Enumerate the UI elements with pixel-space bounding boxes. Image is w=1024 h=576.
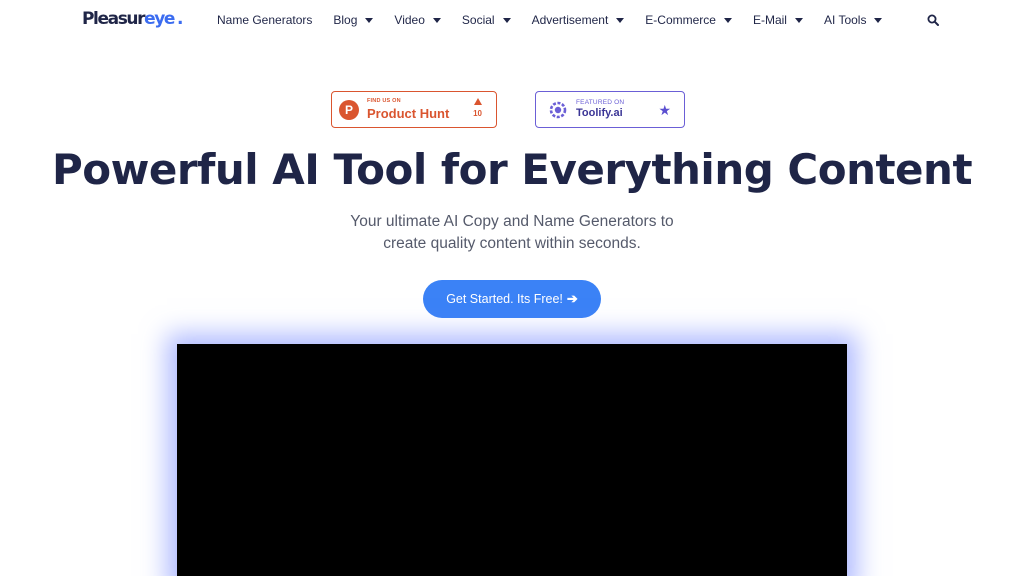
nav-item-label: E-Commerce <box>645 13 716 27</box>
nav-item-ecommerce[interactable]: E-Commerce <box>645 13 732 27</box>
toolify-badge-text: FEATURED ON Toolify.ai <box>576 98 625 120</box>
caret-down-icon <box>794 18 803 23</box>
get-started-button[interactable]: Get Started. Its Free! ➔ <box>423 280 601 318</box>
nav-item-label: E-Mail <box>752 13 787 27</box>
vote-count: 10 <box>473 109 482 118</box>
upvote-icon <box>473 98 482 105</box>
nav-item-social[interactable]: Social <box>462 13 511 27</box>
toolify-small-label: FEATURED ON <box>576 98 625 106</box>
nav-item-blog[interactable]: Blog <box>333 13 374 27</box>
caret-down-icon <box>502 18 511 23</box>
product-hunt-votes: 10 <box>473 98 482 118</box>
product-hunt-small-label: FIND US ON <box>367 98 401 105</box>
star-icon: ★ <box>658 102 671 118</box>
logo-text-accent: eye <box>144 9 175 29</box>
caret-down-icon <box>723 18 732 23</box>
get-started-label: Get Started. Its Free! <box>446 292 563 306</box>
nav-item-ai-tools[interactable]: AI Tools <box>823 13 883 27</box>
nav-item-label: Blog <box>333 13 358 27</box>
toolify-title: Toolify.ai <box>576 107 623 120</box>
hero-subtitle: Your ultimate AI Copy and Name Generator… <box>312 211 712 255</box>
top-navbar: Pleasur eye. Name Generators Blog Video S… <box>0 0 1024 40</box>
hero-title: Powerful AI Tool for Everything Content <box>51 145 973 194</box>
video-player[interactable] <box>177 344 847 576</box>
nav-item-label: AI Tools <box>823 13 867 27</box>
nav-item-name-generators[interactable]: Name Generators <box>217 13 312 27</box>
nav-item-email[interactable]: E-Mail <box>753 13 803 27</box>
caret-down-icon <box>365 18 374 23</box>
nav-item-video[interactable]: Video <box>394 13 441 27</box>
logo-text-main: Pleasur <box>82 9 145 29</box>
nav-item-label: Advertisement <box>531 13 609 27</box>
logo-dot: . <box>177 9 183 29</box>
site-logo[interactable]: Pleasur eye. <box>82 9 184 29</box>
caret-down-icon <box>432 18 441 23</box>
nav-item-label: Social <box>461 13 495 27</box>
product-hunt-badge-text: FIND US ON Product Hunt <box>367 99 449 120</box>
toolify-logo-icon <box>549 101 567 118</box>
nav-item-label: Video <box>394 13 425 27</box>
toolify-badge[interactable]: FEATURED ON Toolify.ai ★ <box>535 91 685 128</box>
product-hunt-logo-icon: P <box>339 99 359 120</box>
main-menu: Name Generators Blog Video Social Advert… <box>217 13 903 27</box>
search-icon[interactable] <box>927 14 939 26</box>
product-hunt-badge[interactable]: P FIND US ON Product Hunt 10 <box>331 91 497 128</box>
arrow-right-icon: ➔ <box>566 291 578 306</box>
nav-item-label: Name Generators <box>217 13 313 27</box>
nav-item-advertisement[interactable]: Advertisement <box>532 13 625 27</box>
hero-subtitle-line-1: Your ultimate AI Copy and Name Generator… <box>350 213 674 230</box>
hero-subtitle-line-2: create quality content within seconds. <box>383 235 641 252</box>
product-hunt-title: Product Hunt <box>367 105 450 121</box>
caret-down-icon <box>874 18 883 23</box>
caret-down-icon <box>616 18 625 23</box>
